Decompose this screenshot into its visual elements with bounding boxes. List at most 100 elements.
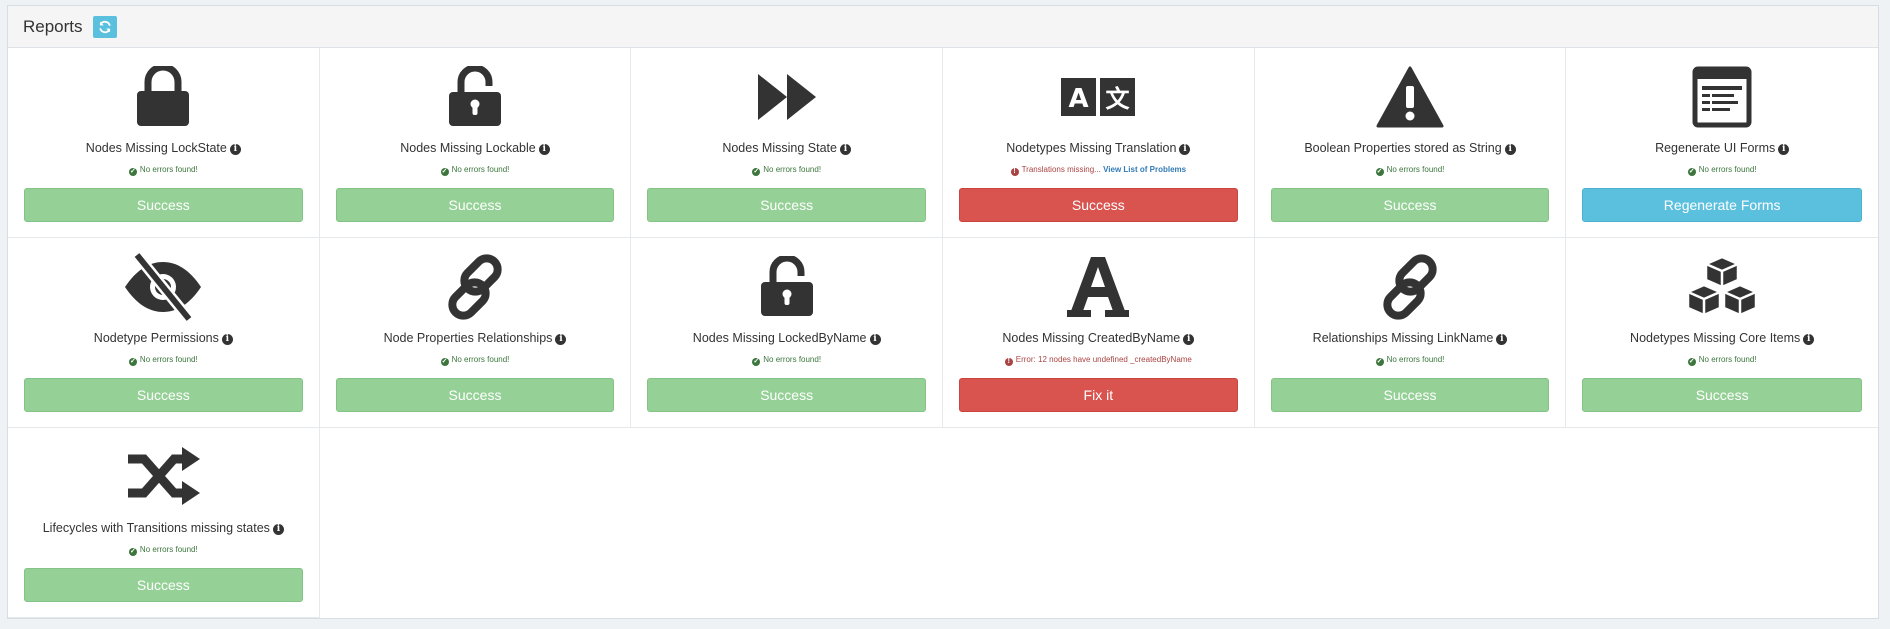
report-title: Nodes Missing CreatedByName i (943, 331, 1254, 345)
status-message: ✓ No errors found! (631, 165, 942, 176)
info-icon[interactable]: i (229, 144, 241, 155)
check-circle-icon: ✓ (752, 358, 761, 366)
report-card: Nodes Missing CreatedByName i! Error: 12 n… (942, 238, 1255, 428)
status-message: ✓ No errors found! (8, 355, 319, 366)
status-text: No errors found! (139, 355, 198, 364)
status-message: ✓ No errors found! (320, 355, 631, 366)
cubes-icon (1566, 251, 1878, 323)
report-title: Nodes Missing LockedByName i (631, 331, 942, 345)
form-icon (1566, 61, 1878, 133)
exclamation-circle-icon: ! (1004, 358, 1013, 366)
report-title-text: Nodetype Permissions (93, 331, 219, 345)
report-action-button[interactable]: Success (24, 188, 303, 222)
refresh-button[interactable] (92, 15, 117, 38)
report-title: Nodes Missing Lockable i (320, 141, 631, 155)
report-title-text: Relationships Missing LinkName (1312, 331, 1494, 345)
report-card: Boolean Properties stored as String i ✓ No … (1254, 48, 1567, 238)
status-message: ✓ No errors found! (1566, 165, 1878, 176)
report-title-text: Nodes Missing State (722, 141, 837, 155)
report-title-text: Nodetypes Missing Core Items (1630, 331, 1801, 345)
view-problems-link[interactable]: View List of Problems (1103, 165, 1186, 174)
font-icon (943, 251, 1254, 323)
info-icon[interactable]: i (1496, 334, 1508, 345)
report-title-text: Boolean Properties stored as String (1304, 141, 1502, 155)
report-card: Node Properties Relationships i ✓ No errors… (319, 238, 632, 428)
lock-icon (8, 61, 319, 133)
svg-text:文: 文 (1106, 85, 1131, 113)
report-action-button[interactable]: Success (24, 568, 303, 602)
report-title: Nodetypes Missing Core Items i (1566, 331, 1878, 345)
info-icon[interactable]: i (221, 334, 233, 345)
status-text: Translations missing... (1021, 165, 1101, 174)
report-action-button[interactable]: Regenerate Forms (1582, 188, 1862, 222)
report-action-button[interactable]: Success (24, 378, 303, 412)
report-title: Lifecycles with Transitions missing stat… (8, 521, 319, 535)
report-title: Node Properties Relationships i (320, 331, 631, 345)
info-icon[interactable]: i (1179, 144, 1191, 155)
check-circle-icon: ✓ (128, 548, 137, 556)
report-title: Boolean Properties stored as String i (1255, 141, 1566, 155)
report-title-text: Nodes Missing LockedByName (692, 331, 867, 345)
translate-icon: A文 (943, 61, 1254, 133)
report-title-text: Regenerate UI Forms (1655, 141, 1776, 155)
report-title-text: Node Properties Relationships (383, 331, 553, 345)
report-action-button[interactable]: Fix it (958, 378, 1238, 412)
report-title-text: Nodetypes Missing Translation (1006, 141, 1177, 155)
report-title: Nodes Missing LockState i (8, 141, 319, 155)
report-action-button[interactable]: Success (958, 188, 1238, 222)
info-icon[interactable]: i (1778, 144, 1790, 155)
status-text: No errors found! (763, 165, 822, 174)
report-title-text: Lifecycles with Transitions missing stat… (42, 521, 270, 535)
info-icon[interactable]: i (538, 144, 550, 155)
report-title: Nodetype Permissions i (8, 331, 319, 345)
report-action-button[interactable]: Success (1270, 188, 1550, 222)
report-title: Nodes Missing State i (631, 141, 942, 155)
eye-slash-icon (8, 251, 319, 323)
report-card: Relationships Missing LinkName i ✓ No error… (1254, 238, 1567, 428)
status-message: ✓ No errors found! (1255, 165, 1566, 176)
report-card: Regenerate UI Forms i ✓ No errors found! Reg… (1566, 48, 1878, 238)
report-action-button[interactable]: Success (647, 188, 926, 222)
status-text: No errors found! (139, 165, 198, 174)
info-icon[interactable]: i (1183, 334, 1195, 345)
report-card: Nodes Missing Lockable i ✓ No errors found!… (319, 48, 632, 238)
report-card: Nodes Missing LockState i ✓ No errors found… (8, 48, 320, 238)
check-circle-icon: ✓ (1687, 358, 1696, 366)
exclamation-circle-icon: ! (1010, 168, 1019, 176)
status-message: ✓ No errors found! (8, 545, 319, 556)
report-action-button[interactable]: Success (647, 378, 926, 412)
info-icon[interactable]: i (1803, 334, 1815, 345)
status-message: ✓ No errors found! (320, 165, 631, 176)
report-action-button[interactable]: Success (1270, 378, 1550, 412)
reports-grid: Nodes Missing LockState i ✓ No errors found… (8, 48, 1878, 618)
report-title: Regenerate UI Forms i (1566, 141, 1878, 155)
unlock-icon (320, 61, 631, 133)
report-card: Lifecycles with Transitions missing stat… (8, 428, 320, 618)
report-title-text: Nodes Missing CreatedByName (1002, 331, 1181, 345)
report-title-text: Nodes Missing Lockable (400, 141, 536, 155)
report-title: Relationships Missing LinkName i (1255, 331, 1566, 345)
status-text: Error: 12 nodes have undefined _createdB… (1015, 355, 1192, 364)
report-card: Nodes Missing State i ✓ No errors found! Suc… (631, 48, 943, 238)
check-circle-icon: ✓ (440, 358, 449, 366)
info-icon[interactable]: i (555, 334, 567, 345)
info-icon[interactable]: i (1504, 144, 1516, 155)
info-icon[interactable]: i (869, 334, 881, 345)
status-text: No errors found! (1698, 165, 1757, 174)
report-action-button[interactable]: Success (1582, 378, 1862, 412)
link-icon (320, 251, 631, 323)
info-icon[interactable]: i (272, 524, 284, 535)
report-title: Nodetypes Missing Translation i (943, 141, 1254, 155)
report-action-button[interactable]: Success (335, 378, 615, 412)
fast-forward-icon (631, 61, 942, 133)
status-text: No errors found! (1386, 165, 1445, 174)
info-icon[interactable]: i (839, 144, 851, 155)
check-circle-icon: ✓ (128, 168, 137, 176)
status-message: ! Error: 12 nodes have undefined _created… (943, 355, 1254, 366)
warning-icon (1255, 61, 1566, 133)
status-message: ! Translations missing... View List of Pr… (943, 165, 1254, 176)
report-action-button[interactable]: Success (335, 188, 615, 222)
status-text: No errors found! (139, 545, 198, 554)
status-text: No errors found! (451, 165, 510, 174)
check-circle-icon: ✓ (1687, 168, 1696, 176)
